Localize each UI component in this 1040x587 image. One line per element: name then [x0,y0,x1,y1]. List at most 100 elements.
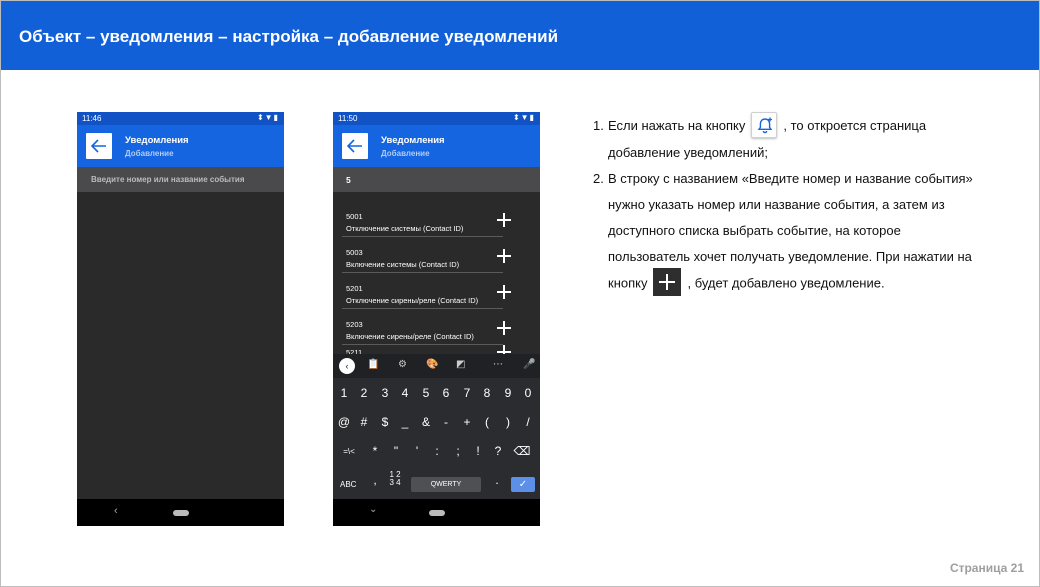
key-space[interactable]: QWERTY [411,477,481,492]
nav-back-icon[interactable]: ‹ [114,505,118,517]
status-bar: 11:46 ⬍▼▮ [77,112,284,125]
item-number: 2. [593,170,604,186]
key[interactable]: ! [468,444,488,458]
status-time: 11:46 [82,114,102,123]
add-notification-bell-icon [751,111,778,138]
soft-keyboard: 1 2 3 4 5 6 7 8 9 0 @ # $ _ & - + ( ) / … [333,378,540,499]
event-name: Включение системы (Contact ID) [346,260,460,269]
status-icons: ⬍▼▮ [512,113,535,122]
arrow-left-icon [91,139,106,153]
instruction-item-2: 2. В строку с названием «Введите номер и… [593,166,973,298]
key[interactable]: 5 [416,386,436,400]
key[interactable]: 7 [457,386,477,400]
list-item[interactable]: 5003 Включение системы (Contact ID) [342,237,511,273]
key[interactable]: / [518,415,538,429]
page-number: Страница 21 [949,561,1024,575]
back-button[interactable] [342,133,368,159]
key-more-symbols[interactable]: =\< [336,447,362,456]
app-bar: Уведомления Добавление [77,125,284,167]
key[interactable]: & [416,415,436,429]
nav-home-pill[interactable] [429,510,445,516]
numpad-bottom-label: 3 4 [389,478,401,487]
key[interactable]: ; [448,444,468,458]
list-item[interactable]: 5001 Отключение системы (Contact ID) [342,201,511,237]
nav-collapse-keyboard-icon[interactable]: ⌄ [369,504,377,515]
appbar-title: Уведомления [125,135,189,146]
plus-icon[interactable] [497,321,511,335]
event-name: Отключение системы (Contact ID) [346,224,464,233]
plus-icon[interactable] [497,249,511,263]
slide-title: Объект – уведомления – настройка – добав… [19,27,559,46]
gear-icon[interactable]: ⚙ [398,359,407,370]
item-number: 1. [593,118,604,133]
keyboard-row-more-symbols: =\< * " ' : ; ! ? ⌫ [333,444,540,472]
phone-screenshot-search: 11:50 ⬍▼▮ Уведомления Добавление 5 5001 … [333,112,540,526]
clipboard-icon[interactable]: 📋 [367,359,379,370]
event-code: 5203 [346,320,363,329]
key-comma[interactable]: , [365,473,385,487]
more-icon[interactable]: ⋯ [493,359,503,370]
search-value: 5 [346,175,351,185]
arrow-left-icon [347,139,362,153]
status-icons: ⬍▼▮ [256,113,279,122]
key[interactable]: + [457,415,477,429]
key[interactable]: - [436,415,456,429]
palette-icon[interactable]: 🎨 [426,359,438,370]
key[interactable]: : [427,444,447,458]
plus-icon[interactable] [497,285,511,299]
list-item[interactable]: 5211 [342,345,511,354]
list-item[interactable]: 5203 Включение сирены/реле (Contact ID) [342,309,511,345]
key[interactable]: " [386,444,406,458]
android-nav-bar: ⌄ [333,499,540,526]
key[interactable]: ) [498,415,518,429]
plus-icon[interactable] [497,213,511,227]
back-button[interactable] [86,133,112,159]
key[interactable]: 9 [498,386,518,400]
appbar-subtitle: Добавление [125,149,174,158]
key[interactable]: @ [334,415,354,429]
android-nav-bar: ‹ [77,499,284,526]
key[interactable]: * [365,444,385,458]
plus-icon[interactable] [497,345,511,354]
mic-icon[interactable]: 🎤 [523,359,535,370]
event-list: 5001 Отключение системы (Contact ID) 500… [333,192,540,354]
keyboard-row-bottom: ABC , 1 2 3 4 QWERTY . ✓ [333,470,540,498]
event-code: 5003 [346,248,363,257]
backspace-icon[interactable]: ⌫ [512,444,532,458]
instructions: 1. Если нажать на кнопку, то откроется с… [593,111,973,298]
key[interactable]: 4 [395,386,415,400]
phone-screenshot-empty: 11:46 ⬍▼▮ Уведомления Добавление Введите… [77,112,284,526]
key[interactable]: 1 [334,386,354,400]
list-item[interactable]: 5201 Отключение сирены/реле (Contact ID) [342,273,511,309]
keyboard-row-symbols: @ # $ _ & - + ( ) / [333,415,540,443]
status-time: 11:50 [338,114,358,123]
search-input[interactable]: 5 [333,167,540,192]
key[interactable]: 6 [436,386,456,400]
instruction-item-1: 1. Если нажать на кнопку, то откроется с… [593,111,973,166]
slide-header: Объект – уведомления – настройка – добав… [1,1,1039,70]
key[interactable]: _ [395,415,415,429]
keyboard-toolbar: ‹ 📋 ⚙ 🎨 ◩ ⋯ 🎤 [333,354,540,378]
key[interactable]: 8 [477,386,497,400]
chevron-left-icon[interactable]: ‹ [339,358,355,374]
search-input[interactable]: Введите номер или название события [77,167,284,192]
key[interactable]: ' [407,444,427,458]
key-period[interactable]: . [487,473,507,487]
search-placeholder: Введите номер или название события [91,175,245,184]
key[interactable]: 0 [518,386,538,400]
key-numpad[interactable]: 1 2 3 4 [385,471,405,487]
resize-icon[interactable]: ◩ [456,359,465,370]
nav-home-pill[interactable] [173,510,189,516]
key[interactable]: 2 [354,386,374,400]
key-abc[interactable]: ABC [340,480,356,489]
key[interactable]: # [354,415,374,429]
instruction-text: Если нажать на кнопку [608,118,746,133]
key[interactable]: ( [477,415,497,429]
plus-icon [653,267,682,296]
key[interactable]: $ [375,415,395,429]
key[interactable]: 3 [375,386,395,400]
instruction-text: , будет добавлено уведомление. [687,275,885,290]
event-name: Включение сирены/реле (Contact ID) [346,332,474,341]
key[interactable]: ? [488,444,508,458]
check-icon[interactable]: ✓ [511,477,535,492]
